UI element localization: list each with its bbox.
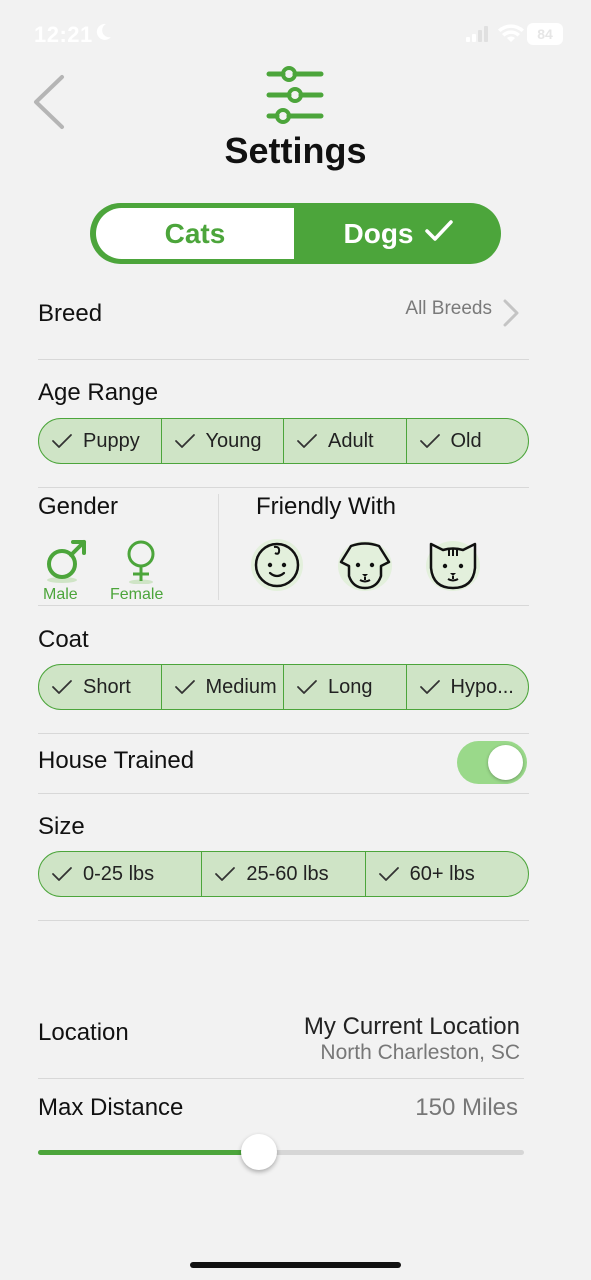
wifi-icon bbox=[498, 22, 524, 49]
male-icon bbox=[47, 540, 86, 583]
friendly-with-dogs-toggle[interactable] bbox=[337, 538, 393, 592]
age-option-puppy[interactable]: Puppy bbox=[39, 419, 162, 463]
friendly-with-label: Friendly With bbox=[256, 493, 397, 520]
gender-label: Gender bbox=[38, 493, 119, 520]
coat-option-label: Medium bbox=[205, 675, 277, 698]
age-option-label: Puppy bbox=[83, 429, 140, 452]
checkmark-icon bbox=[52, 434, 72, 448]
cellular-signal-icon bbox=[466, 26, 492, 47]
location-label: Location bbox=[38, 1019, 129, 1046]
toggle-knob bbox=[488, 745, 523, 780]
coat-label: Coat bbox=[38, 626, 89, 653]
chevron-right-icon[interactable] bbox=[502, 298, 520, 333]
female-label: Female bbox=[110, 586, 164, 603]
coat-option-label: Hypo... bbox=[450, 675, 514, 698]
distance-slider-track[interactable] bbox=[38, 1150, 524, 1155]
sliders-icon bbox=[265, 66, 325, 129]
female-icon bbox=[127, 540, 155, 585]
coat-options: Short Medium Long Hypo... bbox=[38, 664, 529, 710]
cat-face-icon bbox=[426, 541, 480, 591]
male-toggle[interactable] bbox=[42, 538, 90, 584]
coat-option-short[interactable]: Short bbox=[39, 665, 162, 709]
size-options: 0-25 lbs 25-60 lbs 60+ lbs bbox=[38, 851, 529, 897]
dogs-segment-label: Dogs bbox=[343, 217, 414, 249]
coat-option-hypoallergenic[interactable]: Hypo... bbox=[407, 665, 529, 709]
size-option-small[interactable]: 0-25 lbs bbox=[39, 852, 203, 896]
location-sublabel: North Charleston, SC bbox=[320, 1041, 520, 1064]
max-distance-value: 150 Miles bbox=[415, 1094, 518, 1121]
home-indicator[interactable] bbox=[190, 1262, 401, 1268]
divider bbox=[38, 605, 529, 606]
coat-option-medium[interactable]: Medium bbox=[162, 665, 284, 709]
checkmark-icon bbox=[419, 680, 440, 694]
distance-slider-thumb[interactable] bbox=[241, 1134, 278, 1170]
age-option-young[interactable]: Young bbox=[162, 419, 284, 463]
checkmark-icon bbox=[52, 680, 72, 694]
species-segmented-control: Cats Dogs bbox=[90, 203, 501, 264]
age-option-label: Adult bbox=[328, 429, 374, 452]
age-range-options: Puppy Young Adult Old bbox=[38, 418, 529, 464]
age-option-old[interactable]: Old bbox=[407, 419, 529, 463]
checkmark-icon bbox=[297, 434, 317, 448]
divider bbox=[38, 487, 529, 488]
size-option-label: 25-60 lbs bbox=[246, 862, 329, 885]
coat-option-label: Short bbox=[83, 675, 131, 698]
house-trained-label: House Trained bbox=[38, 747, 195, 774]
checkmark-icon bbox=[424, 218, 454, 250]
checkmark-icon bbox=[215, 867, 236, 881]
checkmark-icon bbox=[174, 680, 195, 694]
battery-indicator: 84 bbox=[527, 23, 563, 45]
age-range-label: Age Range bbox=[38, 379, 159, 406]
size-label: Size bbox=[38, 813, 85, 840]
age-option-adult[interactable]: Adult bbox=[284, 419, 407, 463]
checkmark-icon bbox=[297, 680, 317, 694]
dogs-segment[interactable]: Dogs bbox=[296, 203, 501, 264]
page-title: Settings bbox=[224, 130, 367, 171]
male-label: Male bbox=[43, 586, 78, 603]
child-face-icon bbox=[251, 539, 303, 591]
checkmark-icon bbox=[174, 434, 195, 448]
checkmark-icon bbox=[378, 867, 399, 881]
moon-icon bbox=[92, 21, 114, 48]
divider bbox=[38, 1078, 524, 1079]
dog-face-icon bbox=[338, 541, 392, 591]
divider bbox=[38, 733, 529, 734]
vertical-divider bbox=[218, 494, 219, 600]
distance-slider-fill bbox=[38, 1150, 260, 1155]
breed-value[interactable]: All Breeds bbox=[405, 298, 492, 320]
age-option-label: Old bbox=[450, 429, 482, 452]
coat-option-label: Long bbox=[328, 675, 373, 698]
checkmark-icon bbox=[419, 434, 440, 448]
status-time: 12:21 bbox=[34, 22, 93, 47]
breed-label: Breed bbox=[38, 300, 103, 327]
max-distance-label: Max Distance bbox=[38, 1094, 184, 1121]
age-option-label: Young bbox=[205, 429, 262, 452]
size-option-label: 60+ lbs bbox=[409, 862, 475, 885]
location-value[interactable]: My Current Location bbox=[304, 1013, 520, 1041]
divider bbox=[38, 793, 529, 794]
cats-segment[interactable]: Cats bbox=[96, 208, 294, 259]
friendly-with-children-toggle[interactable] bbox=[250, 538, 304, 592]
size-option-medium[interactable]: 25-60 lbs bbox=[202, 852, 366, 896]
divider bbox=[38, 359, 529, 360]
female-toggle[interactable] bbox=[121, 538, 161, 585]
back-chevron-icon[interactable] bbox=[30, 74, 66, 135]
size-option-label: 0-25 lbs bbox=[83, 862, 155, 885]
friendly-with-cats-toggle[interactable] bbox=[425, 538, 481, 592]
coat-option-long[interactable]: Long bbox=[284, 665, 407, 709]
size-option-large[interactable]: 60+ lbs bbox=[366, 852, 528, 896]
divider bbox=[38, 920, 529, 921]
house-trained-toggle[interactable] bbox=[457, 741, 527, 784]
checkmark-icon bbox=[52, 867, 72, 881]
